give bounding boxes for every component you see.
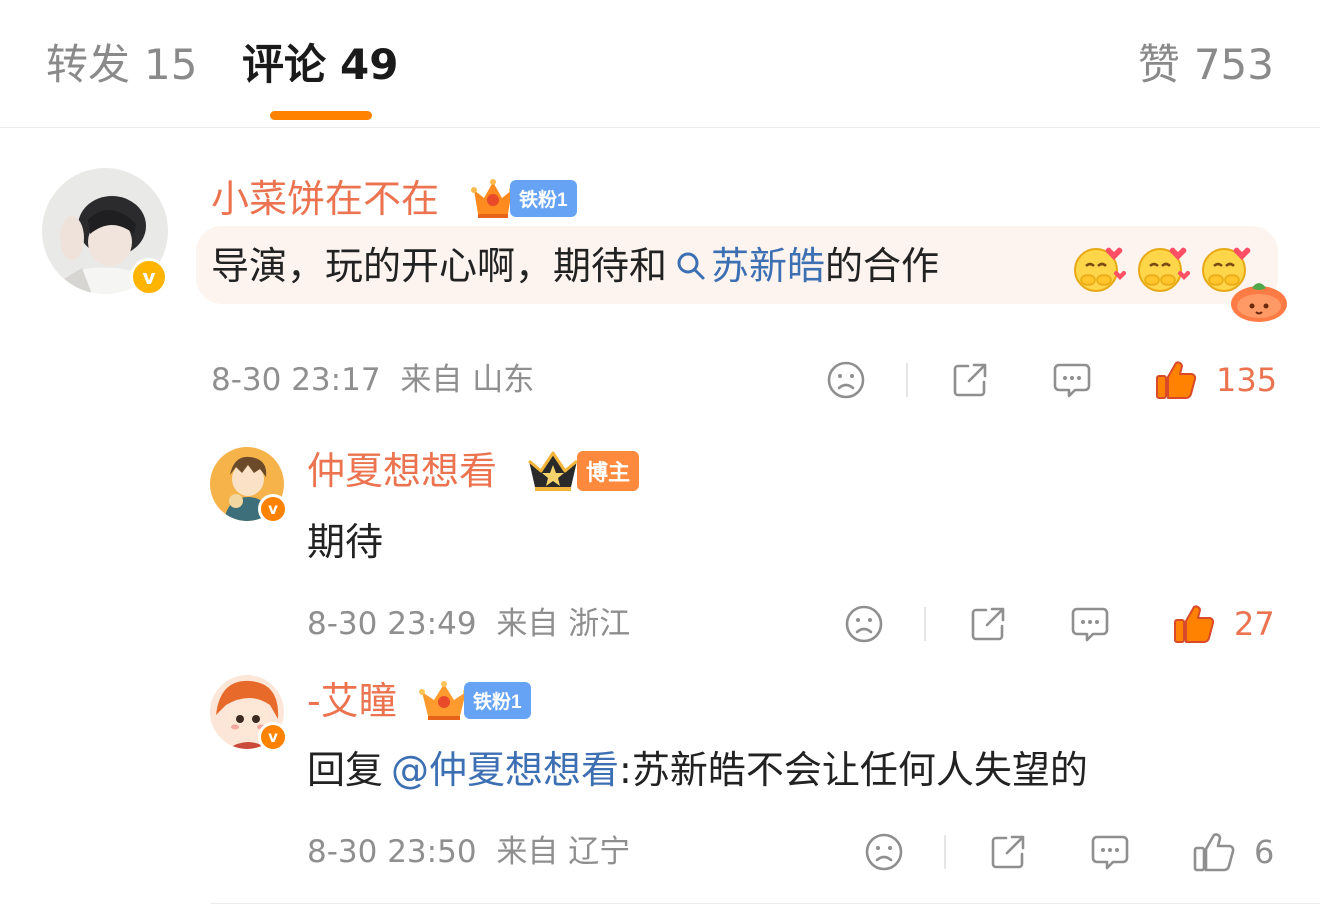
like-button[interactable]: 135 xyxy=(1154,358,1277,402)
action-divider xyxy=(924,607,926,641)
thumbs-up-filled-icon xyxy=(1174,605,1215,643)
tab-reposts[interactable]: 转发 15 xyxy=(46,38,197,92)
comment-location: 来自 浙江 xyxy=(496,606,631,642)
dislike-button[interactable] xyxy=(842,602,886,646)
username[interactable]: 小菜饼在不在 xyxy=(211,174,439,224)
sad-face-icon xyxy=(827,361,865,399)
thumbs-up-filled-icon xyxy=(1156,361,1197,399)
comment-bubble-icon xyxy=(1091,835,1129,870)
fan-badge[interactable]: 铁粉1 xyxy=(470,176,577,220)
hug-emoji-icon xyxy=(1074,247,1126,292)
dislike-button[interactable] xyxy=(862,830,906,874)
share-button[interactable] xyxy=(948,358,992,402)
comment-tabs: 转发 15 评论 49 赞 753 xyxy=(0,0,1320,128)
thumbs-up-icon xyxy=(1193,833,1235,872)
sad-face-icon xyxy=(845,605,883,643)
crown-icon xyxy=(419,681,469,720)
reply-button[interactable] xyxy=(1068,602,1112,646)
username[interactable]: -艾瞳 xyxy=(307,676,397,726)
crown-icon xyxy=(528,451,578,491)
verified-badge-icon: v xyxy=(258,722,288,752)
comment-location: 来自 辽宁 xyxy=(496,834,631,870)
share-button[interactable] xyxy=(966,602,1010,646)
tab-comments-label: 评论 xyxy=(242,40,327,89)
verified-badge-icon: v xyxy=(130,258,168,296)
share-button[interactable] xyxy=(986,830,1030,874)
fan-badge[interactable]: 铁粉1 xyxy=(418,678,531,722)
comment-actions: 135 xyxy=(824,358,1277,402)
comment-time: 8-30 23:17 xyxy=(211,362,381,398)
comment-text-after: 的合作 xyxy=(825,244,940,288)
dislike-button[interactable] xyxy=(824,358,868,402)
tab-comments-count: 49 xyxy=(340,40,399,89)
comment-time: 8-30 23:50 xyxy=(307,834,477,870)
like-count: 6 xyxy=(1254,833,1275,871)
tab-likes-label: 赞 xyxy=(1137,40,1180,89)
share-icon xyxy=(953,363,987,397)
reply-body: :苏新皓不会让任何人失望的 xyxy=(619,748,1088,792)
comment-meta: 8-30 23:49 来自 浙江 xyxy=(307,604,630,644)
blogger-badge[interactable]: 博主 xyxy=(525,449,640,493)
like-count: 27 xyxy=(1234,605,1275,643)
blogger-badge-label: 博主 xyxy=(577,451,640,491)
like-button[interactable]: 27 xyxy=(1172,602,1275,646)
comment-actions: 27 xyxy=(842,602,1275,646)
comment-location: 来自 山东 xyxy=(400,362,535,398)
search-icon xyxy=(677,252,705,280)
comment-text: 导演，玩的开心啊，期待和 苏新皓的合作 xyxy=(211,240,939,292)
mention-link[interactable]: @仲夏想想看 xyxy=(391,748,619,792)
tab-likes-count: 753 xyxy=(1193,40,1274,89)
comment-actions: 6 xyxy=(862,830,1274,874)
tab-comments[interactable]: 评论 49 xyxy=(242,38,398,92)
comment-text-before: 导演，玩的开心啊，期待和 xyxy=(211,244,668,288)
active-tab-indicator xyxy=(270,111,372,120)
like-button[interactable]: 6 xyxy=(1192,830,1274,874)
tab-likes[interactable]: 赞 753 xyxy=(1138,38,1274,92)
hug-emoji-icon xyxy=(1138,247,1190,292)
action-divider xyxy=(944,835,946,869)
divider xyxy=(210,903,1320,904)
username[interactable]: 仲夏想想看 xyxy=(307,446,497,496)
tab-reposts-count: 15 xyxy=(144,40,198,89)
reply-button[interactable] xyxy=(1050,358,1094,402)
comment-meta: 8-30 23:17 来自 山东 xyxy=(211,360,534,400)
reply-prefix: 回复 xyxy=(307,748,384,792)
fan-badge-label: 铁粉1 xyxy=(510,179,577,217)
topic-link-label: 苏新皓 xyxy=(711,244,826,288)
comment-bubble-icon xyxy=(1071,607,1109,642)
like-count: 135 xyxy=(1216,361,1278,399)
comment-bubble-icon xyxy=(1053,363,1091,398)
tab-reposts-label: 转发 xyxy=(46,40,131,89)
comment-time: 8-30 23:49 xyxy=(307,606,477,642)
reply-button[interactable] xyxy=(1088,830,1132,874)
share-icon xyxy=(971,607,1005,641)
comment-meta: 8-30 23:50 来自 辽宁 xyxy=(307,832,630,872)
fan-badge-label: 铁粉1 xyxy=(464,681,531,719)
comment-text: 回复 @仲夏想想看:苏新皓不会让任何人失望的 xyxy=(307,744,1088,796)
topic-link[interactable]: 苏新皓 xyxy=(667,244,825,288)
action-divider xyxy=(906,363,908,397)
sad-face-icon xyxy=(865,833,903,871)
share-icon xyxy=(991,835,1025,869)
comment-text: 期待 xyxy=(307,520,384,564)
persimmon-sticker-icon xyxy=(1231,283,1287,322)
verified-badge-icon: v xyxy=(258,494,288,524)
